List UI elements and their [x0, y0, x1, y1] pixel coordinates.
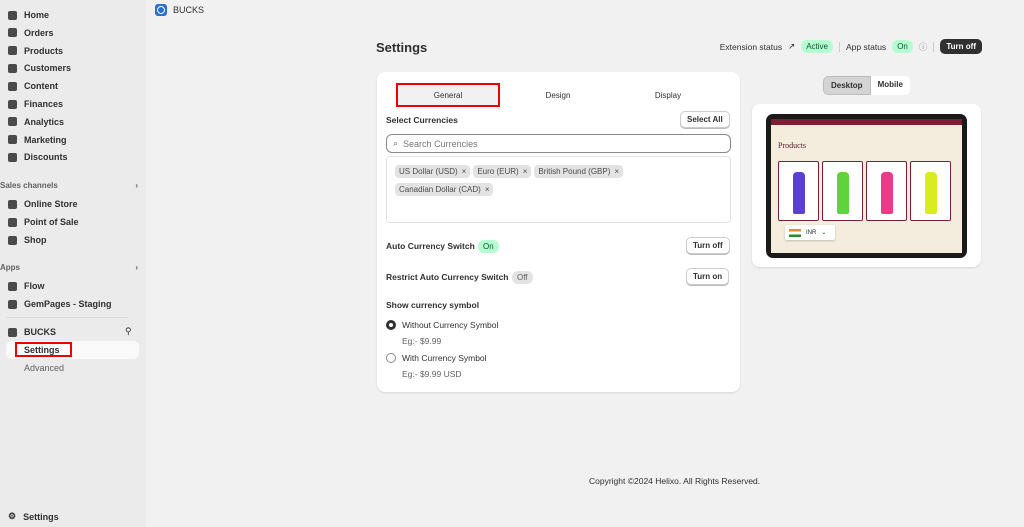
radio-without-symbol[interactable] — [386, 320, 396, 330]
status-bar: Extension status ↗ Active App status On ⓘ… — [720, 39, 982, 54]
products-icon — [8, 46, 17, 56]
radio-with-symbol[interactable] — [386, 353, 396, 363]
currency-chip: British Pound (GBP) × — [534, 165, 624, 178]
currency-chip: Canadian Dollar (CAD) × — [395, 183, 494, 196]
turn-off-app-button[interactable]: Turn off — [940, 39, 982, 54]
auto-switch-badge: On — [478, 240, 499, 253]
app-status-badge: On — [892, 40, 913, 53]
sidebar-item-finances[interactable]: Finances — [8, 99, 63, 109]
sidebar-item-advanced[interactable]: Advanced — [24, 363, 64, 373]
bottle — [837, 172, 849, 214]
tab-design[interactable]: Design — [506, 83, 610, 107]
search-field[interactable] — [403, 138, 730, 149]
device-toggle: Desktop Mobile — [823, 76, 910, 95]
bottle — [881, 172, 893, 214]
search-currencies-input[interactable]: ⌕ — [386, 134, 731, 153]
gempages-staging-icon — [8, 299, 17, 309]
product-card — [866, 161, 907, 221]
online-store-icon — [8, 199, 17, 209]
restrict-switch-turn-on-button[interactable]: Turn on — [686, 268, 730, 285]
bottle — [793, 172, 805, 214]
sidebar-item-discounts[interactable]: Discounts — [8, 152, 68, 162]
sidebar: Home Orders Products Customers Content Financ… — [0, 0, 146, 527]
customers-icon — [8, 63, 17, 73]
select-all-button[interactable]: Select All — [680, 111, 730, 128]
restrict-switch-badge: Off — [512, 271, 533, 284]
sidebar-item-content[interactable]: Content — [8, 81, 58, 91]
currency-switcher: INR ⌄ — [785, 225, 835, 240]
page-title: Settings — [376, 40, 428, 55]
product-card — [910, 161, 951, 221]
marketing-icon — [8, 135, 17, 145]
content-icon — [8, 81, 17, 91]
remove-icon[interactable]: × — [485, 185, 490, 194]
sidebar-item-customers[interactable]: Customers — [8, 63, 71, 73]
product-card — [822, 161, 863, 221]
bucks-logo-icon — [155, 4, 167, 16]
sidebar-item-shop[interactable]: Shop — [8, 235, 47, 245]
bottle — [925, 172, 937, 214]
shop-icon — [8, 235, 17, 245]
topbar: BUCKS — [146, 0, 1024, 20]
currency-chip: US Dollar (USD) × — [395, 165, 471, 178]
search-icon: ⌕ — [393, 138, 399, 148]
gear-icon: ⚙ — [8, 511, 17, 521]
currency-chip: Euro (EUR) × — [473, 165, 532, 178]
sidebar-item-products[interactable]: Products — [8, 46, 63, 56]
extension-status-badge: Active — [801, 40, 834, 53]
device-preview: Products INR ⌄ — [766, 114, 967, 258]
selected-currencies: US Dollar (USD) × Euro (EUR) × British Pound… — [386, 156, 731, 223]
sidebar-item-point-of-sale[interactable]: Point of Sale — [8, 217, 79, 227]
info-icon[interactable]: ⓘ — [919, 41, 928, 53]
auto-switch-turn-off-button[interactable]: Turn off — [686, 237, 730, 254]
remove-icon[interactable]: × — [614, 167, 619, 176]
copyright: Copyright ©2024 Helixo. All Rights Reser… — [589, 476, 761, 486]
sidebar-app-bucks[interactable]: BUCKS — [8, 327, 56, 337]
tab-display[interactable]: Display — [616, 83, 720, 107]
sidebar-item-home[interactable]: Home — [8, 10, 49, 20]
discounts-icon — [8, 152, 17, 162]
sidebar-item-marketing[interactable]: Marketing — [8, 135, 67, 145]
point-of-sale-icon — [8, 217, 17, 227]
remove-icon[interactable]: × — [462, 167, 467, 176]
mobile-button[interactable]: Mobile — [871, 76, 910, 95]
home-icon — [8, 10, 17, 20]
sidebar-item-orders[interactable]: Orders — [8, 28, 54, 38]
desktop-button[interactable]: Desktop — [823, 76, 871, 95]
finances-icon — [8, 99, 17, 109]
flow-icon — [8, 281, 17, 291]
sidebar-item-analytics[interactable]: Analytics — [8, 117, 64, 127]
india-flag-icon — [789, 228, 801, 237]
pin-icon[interactable]: ⚲ — [125, 326, 132, 337]
orders-icon — [8, 28, 17, 38]
tab-general[interactable]: General — [396, 83, 500, 107]
sidebar-item-flow[interactable]: Flow — [8, 281, 45, 291]
sidebar-item-gempages-staging[interactable]: GemPages - Staging — [8, 299, 112, 309]
sidebar-item-online-store[interactable]: Online Store — [8, 199, 78, 209]
bucks-icon — [8, 327, 17, 337]
divider — [6, 317, 128, 318]
apps-header[interactable]: Apps › — [0, 263, 138, 272]
external-link-icon[interactable]: ↗ — [788, 41, 795, 52]
analytics-icon — [8, 117, 17, 127]
remove-icon[interactable]: × — [523, 167, 528, 176]
sidebar-settings[interactable]: ⚙ Settings — [8, 511, 59, 522]
sales-channels-header[interactable]: Sales channels › — [0, 181, 138, 190]
product-card — [778, 161, 819, 221]
